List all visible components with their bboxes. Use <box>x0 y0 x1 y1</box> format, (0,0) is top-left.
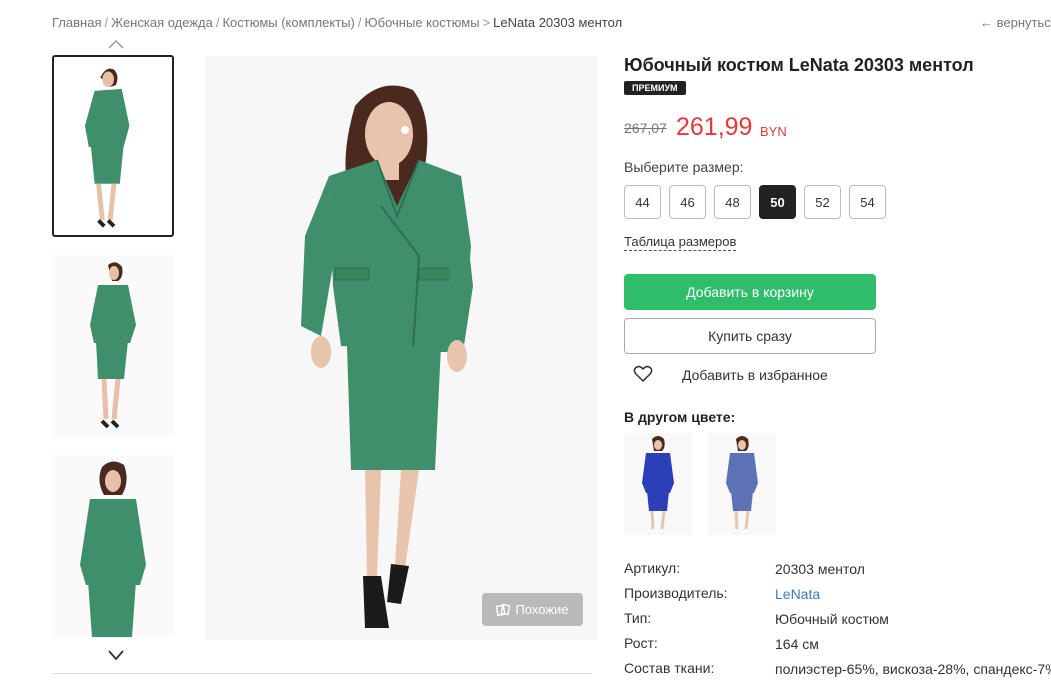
breadcrumb: Главная / Женская одежда / Костюмы (комплект… <box>52 15 622 30</box>
spec-value-fabric: полиэстер-65%, вискоза-28%, спандекс-7% <box>775 661 1051 677</box>
buy-now-button[interactable]: Купить сразу <box>624 318 876 354</box>
other-colors-title: В другом цвете: <box>624 409 736 425</box>
spec-value-manufacturer[interactable]: LeNata <box>775 586 820 602</box>
spec-value-type: Юбочный костюм <box>775 611 889 627</box>
similar-button[interactable]: Похожие <box>482 593 583 626</box>
size-option-46[interactable]: 46 <box>669 185 706 219</box>
divider <box>52 673 592 674</box>
thumbnail-image <box>54 57 172 235</box>
add-to-cart-button[interactable]: Добавить в корзину <box>624 274 876 310</box>
spec-label-fabric: Состав ткани: <box>624 660 715 676</box>
premium-badge: ПРЕМИУМ <box>624 81 686 95</box>
back-link[interactable]: ← вернуться <box>980 15 1051 30</box>
breadcrumb-suits[interactable]: Костюмы (комплекты) <box>222 15 354 30</box>
cards-icon <box>496 603 511 616</box>
old-price: 267,07 <box>624 120 667 136</box>
product-photo <box>205 56 597 640</box>
spec-label-manufacturer: Производитель: <box>624 585 728 601</box>
size-option-54[interactable]: 54 <box>849 185 886 219</box>
color-option-image <box>624 433 692 535</box>
breadcrumb-skirt-suits[interactable]: Юбочные костюмы <box>365 15 480 30</box>
color-option-image <box>708 433 776 535</box>
current-price: 261,99 <box>676 113 753 141</box>
chevron-up-icon[interactable] <box>106 38 126 50</box>
color-option-slate-blue[interactable] <box>708 433 776 535</box>
size-table-link[interactable]: Таблица размеров <box>624 234 737 251</box>
spec-label-article: Артикул: <box>624 560 681 576</box>
breadcrumb-separator: > <box>482 15 491 30</box>
thumbnail-1[interactable] <box>52 55 174 237</box>
breadcrumb-separator: / <box>357 15 362 30</box>
main-product-image[interactable]: Похожие <box>205 56 597 640</box>
breadcrumb-separator: / <box>215 15 220 30</box>
breadcrumb-separator: / <box>104 15 109 30</box>
product-title: Юбочный костюм LeNata 20303 ментол <box>624 55 974 75</box>
thumbnail-3[interactable] <box>52 455 174 637</box>
size-prompt: Выберите размер: <box>624 159 744 175</box>
chevron-down-icon[interactable] <box>106 648 126 662</box>
breadcrumb-home[interactable]: Главная <box>52 15 101 30</box>
spec-label-height: Рост: <box>624 635 658 651</box>
color-option-blue[interactable] <box>624 433 692 535</box>
size-option-44[interactable]: 44 <box>624 185 661 219</box>
add-to-favorites[interactable]: Добавить в избранное <box>633 365 828 383</box>
thumbnail-2[interactable] <box>52 255 174 437</box>
similar-label: Похожие <box>515 602 569 617</box>
spec-label-type: Тип: <box>624 610 652 626</box>
breadcrumb-current: LeNata 20303 ментол <box>493 15 623 30</box>
favorites-label: Добавить в избранное <box>682 367 828 383</box>
thumbnail-image <box>52 255 174 437</box>
size-option-50[interactable]: 50 <box>759 185 796 219</box>
spec-value-article: 20303 ментол <box>775 561 865 577</box>
spec-value-height: 164 см <box>775 636 819 652</box>
breadcrumb-womens-clothing[interactable]: Женская одежда <box>111 15 213 30</box>
price-currency: BYN <box>760 124 787 139</box>
thumbnail-image <box>52 455 174 637</box>
size-option-48[interactable]: 48 <box>714 185 751 219</box>
heart-icon <box>633 365 653 383</box>
size-option-52[interactable]: 52 <box>804 185 841 219</box>
